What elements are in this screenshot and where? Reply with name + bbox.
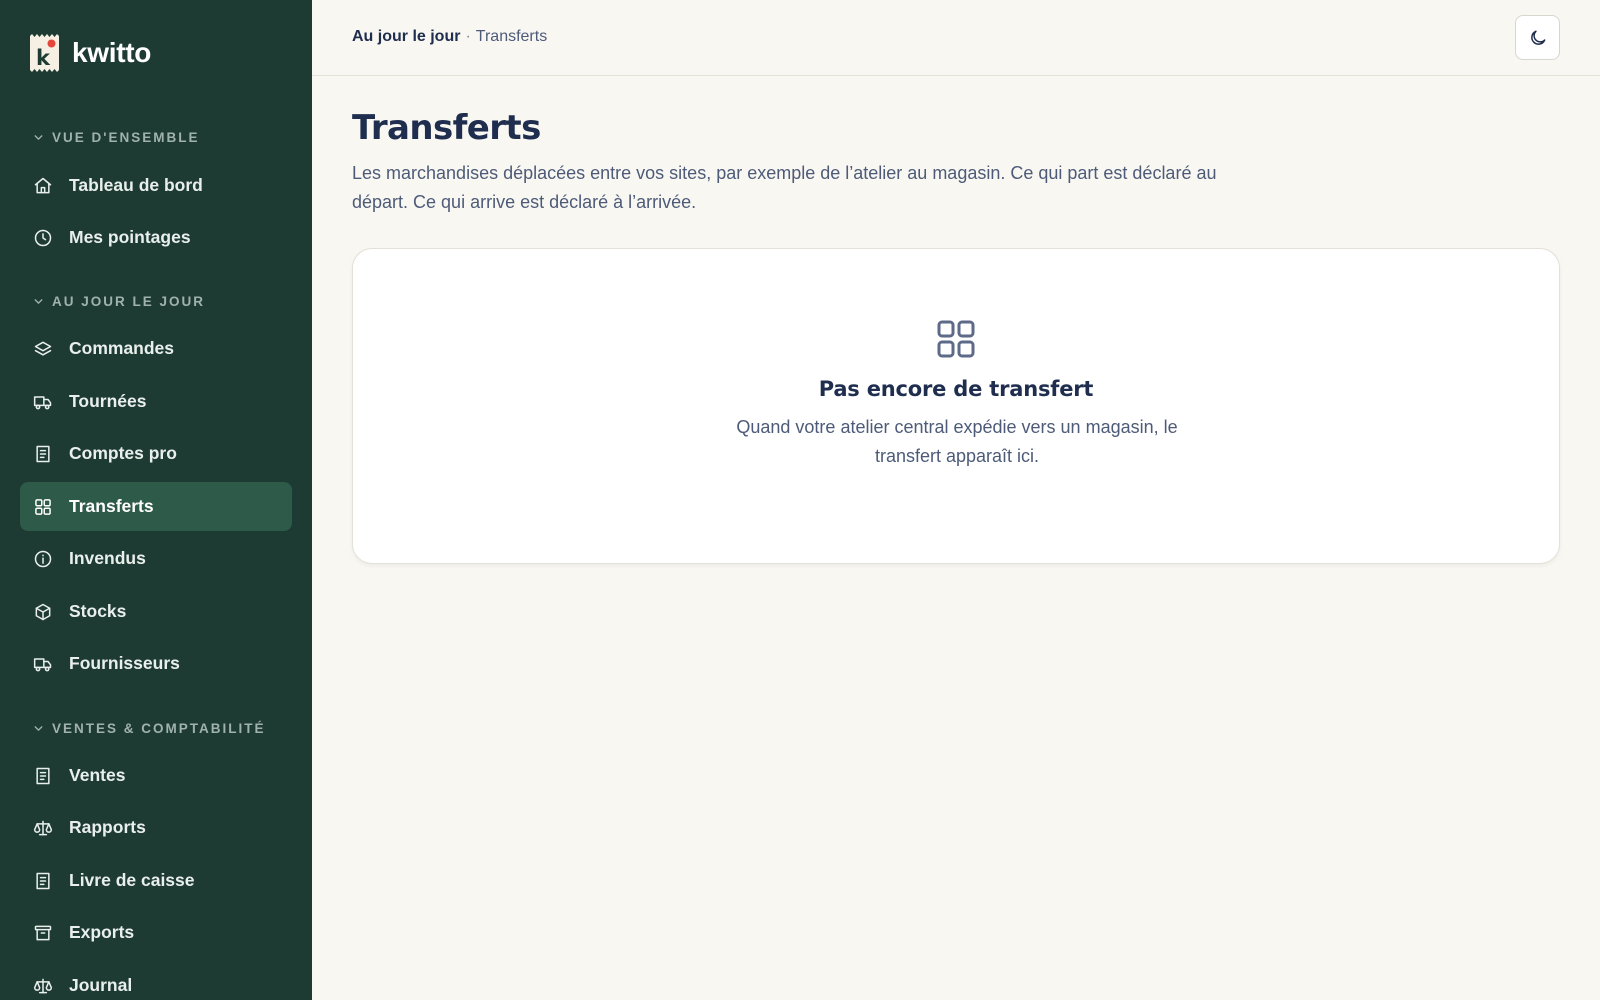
empty-state-card: Pas encore de transfert Quand votre atel… [352,248,1560,564]
box-icon [33,602,53,622]
chevron-down-icon [34,299,43,304]
sidebar-item-label: Ventes [69,765,126,785]
clock-icon [33,228,53,248]
section-header-vue-ensemble[interactable]: Vue d'ensemble [32,130,199,145]
sidebar-item-mes-pointages[interactable]: Mes pointages [20,213,292,262]
sidebar-item-label: Commandes [69,338,175,358]
sidebar-item-stocks[interactable]: Stocks [20,587,292,636]
breadcrumb-separator: · [465,28,471,45]
empty-state-title: Pas encore de transfert [818,377,1094,401]
app-logo[interactable]: k kwitto [30,34,151,72]
sidebar-item-rapports[interactable]: Rapports [20,803,292,852]
kwitto-logo-icon: k [30,34,59,72]
grid-icon [33,497,53,517]
sidebar-item-label: Tournées [69,391,147,411]
section-header-au-jour-le-jour[interactable]: Au jour le jour [32,294,205,309]
sidebar-item-comptes-pro[interactable]: Comptes pro [20,429,292,478]
sidebar-item-ventes[interactable]: Ventes [20,751,292,800]
section-header-ventes-comptabilite[interactable]: Ventes & comptabilité [32,721,266,736]
truck-icon [33,654,53,674]
sidebar: k kwitto Vue d'ensemble Tableau de bord … [0,0,312,1000]
home-icon [33,176,53,196]
scale-icon [33,976,53,996]
breadcrumb-parent[interactable]: Au jour le jour [352,28,460,45]
sidebar-item-label: Comptes pro [69,443,177,463]
page-title: Transferts [352,108,541,148]
section-title: Vue d'ensemble [52,130,200,145]
sidebar-item-label: Tableau de bord [69,175,203,195]
sidebar-item-label: Rapports [69,817,146,837]
receipt-icon [33,444,53,464]
grid-icon [937,320,975,358]
sidebar-item-label: Livre de caisse [69,870,195,890]
svg-text:k: k [36,46,51,70]
chevron-down-icon [34,135,43,140]
sidebar-item-label: Exports [69,922,135,942]
sidebar-item-label: Journal [69,975,133,995]
receipt-icon [33,871,53,891]
layers-icon [33,339,53,359]
section-title: Au jour le jour [52,294,206,309]
sidebar-item-transferts[interactable]: Transferts [20,482,292,531]
empty-state-text: Quand votre atelier central expédie vers… [736,417,1178,466]
app-name: kwitto [72,37,152,68]
truck-icon [33,392,53,412]
sidebar-item-commandes[interactable]: Commandes [20,324,292,373]
sidebar-item-label: Invendus [69,548,146,568]
info-icon [33,549,53,569]
breadcrumb: Au jour le jour · Transferts [352,28,547,46]
receipt-icon [33,766,53,786]
breadcrumb-current: Transferts [475,28,548,45]
sidebar-item-label: Stocks [69,601,127,621]
section-title: Ventes & comptabilité [52,721,266,736]
sidebar-item-exports[interactable]: Exports [20,908,292,957]
sidebar-item-livre-de-caisse[interactable]: Livre de caisse [20,856,292,905]
theme-toggle-button[interactable] [1515,15,1560,60]
chevron-down-icon [34,726,43,731]
sidebar-item-invendus[interactable]: Invendus [20,534,292,583]
sidebar-item-label: Fournisseurs [69,653,180,673]
sidebar-item-tournees[interactable]: Tournées [20,377,292,426]
moon-icon [1530,30,1545,45]
sidebar-item-journal[interactable]: Journal [20,961,292,1000]
archive-icon [33,923,53,943]
top-bar: Au jour le jour · Transferts [312,0,1600,76]
sidebar-item-label: Transferts [69,496,154,516]
page-description: Les marchandises déplacées entre vos sit… [352,163,1217,212]
sidebar-item-tableau-de-bord[interactable]: Tableau de bord [20,161,292,210]
scale-icon [33,818,53,838]
sidebar-item-label: Mes pointages [69,227,191,247]
sidebar-item-fournisseurs[interactable]: Fournisseurs [20,639,292,688]
